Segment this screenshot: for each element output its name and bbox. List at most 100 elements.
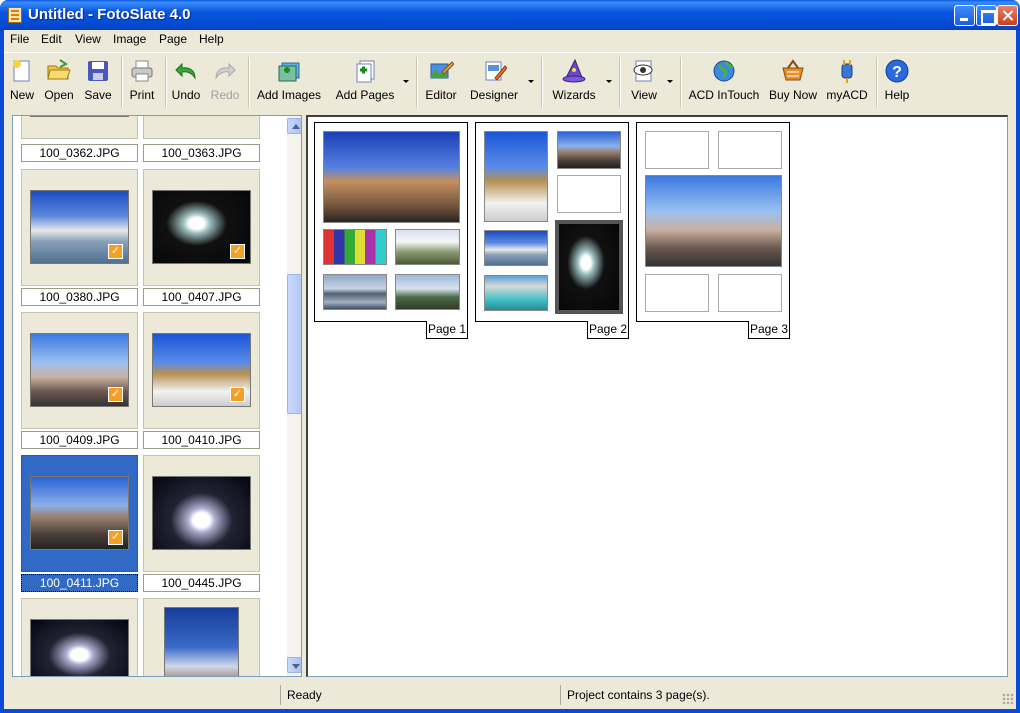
open-label: Open bbox=[44, 88, 74, 102]
save-button[interactable]: Save bbox=[83, 56, 113, 108]
svg-text:?: ? bbox=[892, 64, 902, 81]
photo-slot[interactable] bbox=[484, 275, 548, 311]
print-button[interactable]: Print bbox=[127, 56, 157, 108]
new-button[interactable]: New bbox=[8, 56, 36, 108]
undo-button[interactable]: Undo bbox=[170, 56, 202, 108]
thumbnail-caption[interactable]: 100_0409.JPG bbox=[21, 431, 138, 449]
thumbnail-caption[interactable]: 100_0410.JPG bbox=[143, 431, 260, 449]
status-cell-empty bbox=[4, 685, 280, 705]
empty-photo-slot[interactable] bbox=[718, 131, 782, 169]
thumbnail-caption[interactable]: 100_0380.JPG bbox=[21, 288, 138, 306]
empty-photo-slot[interactable] bbox=[645, 274, 709, 312]
photo-slot[interactable] bbox=[645, 175, 782, 267]
photo-slot[interactable] bbox=[323, 131, 460, 223]
thumbnail-caption[interactable]: 100_0445.JPG bbox=[143, 574, 260, 592]
redo-label: Redo bbox=[210, 88, 240, 102]
add-pages-button[interactable]: Add Pages bbox=[334, 56, 396, 108]
page-1[interactable]: Page 1 bbox=[314, 122, 468, 339]
myacd-button[interactable]: myACD bbox=[825, 56, 869, 108]
maximize-button[interactable] bbox=[976, 5, 997, 26]
view-button[interactable]: View bbox=[626, 56, 662, 108]
checkmark-icon[interactable]: ✓ bbox=[230, 387, 245, 402]
shopping-basket-icon bbox=[782, 59, 804, 81]
checkmark-icon[interactable]: ✓ bbox=[108, 530, 123, 545]
page-label: Page 2 bbox=[587, 321, 629, 339]
undo-arrow-icon bbox=[175, 62, 196, 80]
view-dropdown-arrow[interactable] bbox=[667, 80, 673, 83]
help-button[interactable]: ? Help bbox=[882, 56, 912, 108]
wizards-button[interactable]: Wizards bbox=[550, 56, 598, 108]
page-layout-view[interactable]: Page 1 Page 2 Page 3 bbox=[306, 115, 1008, 677]
scroll-up-button[interactable] bbox=[287, 118, 301, 134]
empty-photo-slot[interactable] bbox=[718, 274, 782, 312]
scroll-down-button[interactable] bbox=[287, 657, 301, 673]
open-button[interactable]: Open bbox=[42, 56, 76, 108]
menu-file[interactable]: File bbox=[10, 32, 29, 46]
thumbnail-caption[interactable]: 100_0407.JPG bbox=[143, 288, 260, 306]
menu-edit[interactable]: Edit bbox=[41, 32, 62, 46]
view-label: View bbox=[631, 88, 657, 102]
wizards-dropdown-arrow[interactable] bbox=[606, 80, 612, 83]
thumbnail-caption[interactable]: 100_0363.JPG bbox=[143, 144, 260, 162]
designer-icon bbox=[485, 61, 507, 81]
acd-intouch-label: ACD InTouch bbox=[688, 88, 760, 102]
thumbnail-tile[interactable]: ✓ bbox=[143, 169, 260, 286]
photo-slot[interactable] bbox=[395, 274, 460, 310]
checkmark-icon[interactable]: ✓ bbox=[108, 387, 123, 402]
page-2[interactable]: Page 2 bbox=[475, 122, 629, 339]
menu-help[interactable]: Help bbox=[199, 32, 224, 46]
app-icon[interactable] bbox=[8, 7, 22, 23]
editor-button[interactable]: Editor bbox=[423, 56, 459, 108]
checkmark-icon[interactable]: ✓ bbox=[230, 244, 245, 259]
photo-slot[interactable] bbox=[484, 230, 548, 266]
save-label: Save bbox=[84, 88, 112, 102]
empty-photo-slot[interactable] bbox=[557, 175, 621, 213]
redo-button[interactable]: Redo bbox=[210, 56, 240, 108]
add-images-label: Add Images bbox=[256, 88, 322, 102]
thumbnail-tile[interactable] bbox=[143, 598, 260, 676]
menu-image[interactable]: Image bbox=[113, 32, 146, 46]
checkmark-icon[interactable]: ✓ bbox=[108, 244, 123, 259]
designer-button[interactable]: Designer bbox=[468, 56, 520, 108]
thumbnail-tile-selected[interactable]: ✓ bbox=[21, 455, 138, 572]
menu-page[interactable]: Page bbox=[159, 32, 187, 46]
photo-slot[interactable] bbox=[484, 131, 548, 222]
photo-slot[interactable] bbox=[323, 274, 387, 310]
thumbnail-browser[interactable]: 100_0362.JPG 100_0363.JPG ✓ 100_0380.JPG… bbox=[12, 115, 302, 677]
photo-slot[interactable] bbox=[557, 131, 621, 169]
client-area: File Edit View Image Page Help New Open … bbox=[4, 30, 1016, 709]
empty-photo-slot[interactable] bbox=[645, 131, 709, 169]
page-3[interactable]: Page 3 bbox=[636, 122, 790, 339]
thumbnail-tile[interactable] bbox=[21, 598, 138, 676]
add-pages-dropdown-arrow[interactable] bbox=[403, 80, 409, 83]
redo-arrow-icon bbox=[215, 62, 236, 80]
scroll-thumb[interactable] bbox=[287, 274, 301, 414]
thumbnail-tile[interactable]: ✓ bbox=[21, 169, 138, 286]
photo-slot[interactable] bbox=[323, 229, 387, 265]
close-button[interactable] bbox=[997, 5, 1018, 26]
vertical-scrollbar[interactable] bbox=[287, 116, 301, 676]
page-label: Page 3 bbox=[748, 321, 790, 339]
title-bar[interactable]: Untitled - FotoSlate 4.0 bbox=[0, 0, 1020, 30]
thumbnail-image bbox=[164, 607, 239, 676]
designer-label: Designer bbox=[469, 88, 519, 102]
buy-now-button[interactable]: Buy Now bbox=[767, 56, 819, 108]
thumbnail-tile[interactable]: ✓ bbox=[21, 312, 138, 429]
minimize-button[interactable] bbox=[954, 5, 975, 26]
thumbnail-caption[interactable]: 100_0362.JPG bbox=[21, 144, 138, 162]
resize-grip-icon[interactable] bbox=[1002, 693, 1014, 705]
help-label: Help bbox=[884, 88, 910, 102]
thumbnail-caption-selected[interactable]: 100_0411.JPG bbox=[21, 574, 138, 592]
designer-dropdown-arrow[interactable] bbox=[528, 80, 534, 83]
photo-slot-active[interactable] bbox=[555, 220, 623, 314]
photo-slot[interactable] bbox=[395, 229, 460, 265]
thumbnail-tile[interactable] bbox=[143, 455, 260, 572]
acd-intouch-button[interactable]: ACD InTouch bbox=[686, 56, 762, 108]
thumbnail-tile[interactable] bbox=[21, 116, 138, 139]
menu-view[interactable]: View bbox=[75, 32, 101, 46]
add-images-button[interactable]: Add Images bbox=[255, 56, 323, 108]
thumbnail-tile[interactable]: ✓ bbox=[143, 312, 260, 429]
thumbnail-tile[interactable] bbox=[143, 116, 260, 139]
thumbnail-image bbox=[30, 619, 129, 676]
help-question-icon: ? bbox=[885, 59, 909, 83]
